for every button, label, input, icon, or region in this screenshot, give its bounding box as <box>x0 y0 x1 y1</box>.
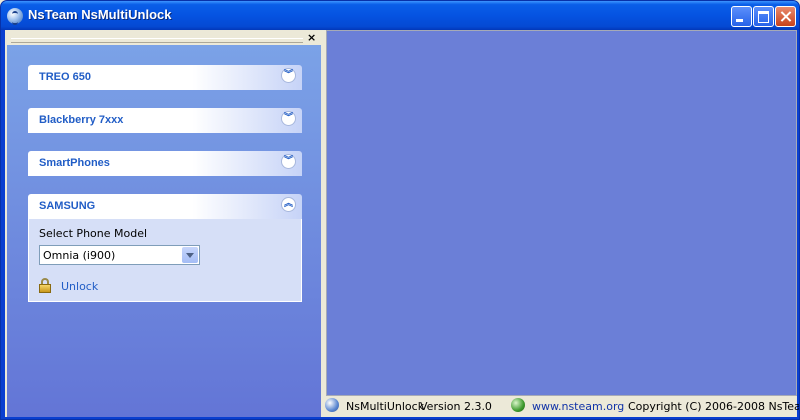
pane-header: × <box>5 30 322 45</box>
status-website-link[interactable]: www.nsteam.org <box>532 400 624 413</box>
status-version: Version 2.3.0 <box>420 400 492 413</box>
status-copyright: Copyright (C) 2006-2008 NsTeam <box>628 400 800 413</box>
samsung-group-body: Select Phone Model Omnia (i900) Unlock <box>28 219 302 302</box>
window-title: NsTeam NsMultiUnlock <box>28 7 172 22</box>
unlock-link[interactable]: Unlock <box>39 278 98 294</box>
app-icon[interactable] <box>7 8 23 25</box>
status-app-name: NsMultiUnlock <box>346 400 425 413</box>
group-blackberry-7xxx: Blackberry 7xxx ︾ <box>28 108 302 133</box>
group-label: SmartPhones <box>39 157 110 169</box>
xp-globe-icon <box>511 398 525 412</box>
pane-grip[interactable] <box>11 38 303 43</box>
group-label: TREO 650 <box>39 71 91 83</box>
group-header-blackberry-7xxx[interactable]: Blackberry 7xxx ︾ <box>28 108 302 133</box>
unlock-label[interactable]: Unlock <box>61 280 98 293</box>
group-header-samsung[interactable]: SAMSUNG ︽ <box>28 194 302 219</box>
group-label: SAMSUNG <box>39 200 96 212</box>
group-header-smartphones[interactable]: SmartPhones ︾ <box>28 151 302 176</box>
dropdown-arrow-icon[interactable] <box>182 247 198 263</box>
app-window: NsTeam NsMultiUnlock × TREO 650 ︾ Blackb… <box>0 0 800 420</box>
group-treo-650: TREO 650 ︾ <box>28 65 302 90</box>
status-bar: NsMultiUnlock Version 2.3.0 www.nsteam.o… <box>322 396 800 417</box>
group-smartphones: SmartPhones ︾ <box>28 151 302 176</box>
globe-icon <box>325 398 339 412</box>
chevron-double-down-icon[interactable]: ︾ <box>281 111 296 126</box>
task-pane: TREO 650 ︾ Blackberry 7xxx ︾ SmartPhones… <box>7 45 321 417</box>
phone-model-select[interactable]: Omnia (i900) <box>39 245 200 265</box>
left-pane: × TREO 650 ︾ Blackberry 7xxx ︾ SmartPhon… <box>5 30 322 417</box>
selected-model-value: Omnia (i900) <box>43 249 116 262</box>
minimize-button[interactable] <box>731 6 752 27</box>
group-samsung: SAMSUNG ︽ Select Phone Model Omnia (i900… <box>28 194 302 302</box>
select-phone-model-label: Select Phone Model <box>39 227 148 240</box>
title-bar[interactable]: NsTeam NsMultiUnlock <box>1 1 799 30</box>
chevron-double-down-icon[interactable]: ︾ <box>281 154 296 169</box>
client-area: × TREO 650 ︾ Blackberry 7xxx ︾ SmartPhon… <box>5 30 800 417</box>
chevron-double-up-icon[interactable]: ︽ <box>281 197 296 212</box>
chevron-double-down-icon[interactable]: ︾ <box>281 68 296 83</box>
content-area <box>326 30 797 396</box>
pane-close-icon[interactable]: × <box>307 31 316 44</box>
maximize-button[interactable] <box>753 6 774 27</box>
group-label: Blackberry 7xxx <box>39 114 124 126</box>
close-button[interactable] <box>775 6 796 27</box>
lock-icon <box>39 278 51 294</box>
group-header-treo-650[interactable]: TREO 650 ︾ <box>28 65 302 90</box>
